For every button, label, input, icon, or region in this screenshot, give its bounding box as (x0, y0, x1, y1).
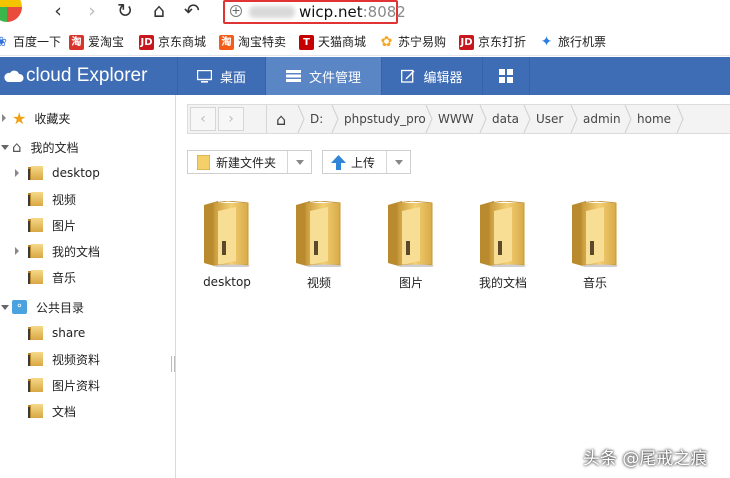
app-logo: cloud Explorer (4, 57, 147, 95)
expand-arrow-icon[interactable] (15, 169, 19, 177)
watermark: 头条 @尾戒之痕 (583, 449, 708, 469)
public-folder-icon: ⚬ (12, 300, 27, 314)
app-header: cloud Explorer 桌面 文件管理 编辑器 (0, 57, 730, 95)
bookmark-travel[interactable]: ✦ 旅行机票 (539, 34, 606, 50)
tree-public[interactable]: ⚬ 公共目录 (0, 296, 84, 318)
upload-button[interactable]: 上传 (322, 150, 411, 174)
sidebar-tree: ★ 收藏夹 ⌂ 我的文档 desktop 视频 图片 我的文档 音乐 ⚬ 公共目… (0, 95, 176, 478)
tree-item-share[interactable]: share (15, 322, 85, 344)
tree-item-videos[interactable]: 视频 (15, 188, 76, 210)
aitaobao-icon: 淘 (69, 34, 84, 50)
grid-icon (499, 69, 513, 83)
folder-icon (572, 201, 618, 267)
expand-arrow-icon[interactable] (15, 247, 19, 255)
bookmarks-bar: ❀ 百度一下 淘爱淘宝 JD 京东商城 淘淘宝特卖 T 天猫商城 ✿ 苏宁易购 JD 京东… (0, 29, 730, 56)
home-icon[interactable]: ⌂ (149, 2, 169, 22)
tree-item-documents[interactable]: 文档 (15, 400, 76, 422)
folder-icon (388, 201, 434, 267)
refresh-icon[interactable]: ↻ (115, 2, 135, 22)
tree-item-video-materials[interactable]: 视频资料 (15, 348, 100, 370)
blurred-host (249, 6, 295, 18)
bookmark-jd[interactable]: JD 京东商城 (139, 34, 206, 50)
tab-file-manager[interactable]: 文件管理 (265, 57, 381, 95)
undo-icon[interactable]: ↶ (182, 2, 202, 22)
collapse-arrow-icon[interactable] (1, 305, 9, 310)
crumb-separators (297, 105, 684, 133)
bookmark-tmall[interactable]: T 天猫商城 (299, 34, 366, 50)
tree-my-docs[interactable]: ⌂ 我的文档 (0, 136, 79, 158)
folder-icon (480, 201, 526, 267)
file-manager-icon (285, 70, 301, 82)
folder-pictures[interactable]: 图片 (366, 196, 456, 296)
url-text: wicp.net:8082 (299, 3, 406, 21)
collapse-arrow-icon[interactable] (1, 145, 9, 150)
back-icon[interactable]: ‹ (48, 2, 68, 22)
bookmark-suning[interactable]: ✿ 苏宁易购 (379, 34, 446, 50)
tree-item-picture-materials[interactable]: 图片资料 (15, 374, 100, 396)
sidebar-resize-handle[interactable] (171, 356, 175, 372)
tree-item-pictures[interactable]: 图片 (15, 214, 76, 236)
tree-item-music[interactable]: 音乐 (15, 266, 76, 288)
tmall-icon: T (299, 34, 314, 50)
house-icon: ⌂ (12, 138, 22, 156)
folder-icon (28, 352, 43, 366)
suning-icon: ✿ (380, 33, 393, 50)
folder-icon (28, 166, 43, 180)
folder-icon (296, 201, 342, 267)
folder-icon (204, 201, 250, 267)
star-icon: ★ (12, 108, 27, 128)
site-info-icon[interactable]: + (230, 5, 242, 17)
browser-logo-icon (0, 0, 22, 22)
tab-desktop[interactable]: 桌面 (177, 57, 265, 95)
folder-videos[interactable]: 视频 (274, 196, 364, 296)
monitor-icon (196, 69, 212, 83)
editor-icon (401, 69, 415, 83)
folder-icon (28, 404, 43, 418)
jd-icon: JD (459, 34, 474, 50)
folder-music[interactable]: 音乐 (550, 196, 640, 296)
tree-item-my-documents[interactable]: 我的文档 (15, 240, 100, 262)
baidu-icon: ❀ (0, 34, 7, 50)
tree-item-desktop[interactable]: desktop (15, 162, 100, 184)
bookmark-jd-discount[interactable]: JD 京东打折 (459, 34, 526, 50)
tab-editor[interactable]: 编辑器 (381, 57, 482, 95)
cloud-icon (4, 70, 24, 82)
jd-icon: JD (139, 34, 154, 50)
folder-icon (28, 326, 43, 340)
address-bar[interactable]: + wicp.net:8082 (223, 0, 406, 24)
browser-toolbar: ‹ › ↻ ⌂ ↶ + wicp.net:8082 (0, 0, 730, 27)
folder-icon (28, 218, 43, 232)
folder-desktop[interactable]: desktop (182, 196, 272, 296)
tree-favorites[interactable]: ★ 收藏夹 (0, 107, 70, 129)
tab-grid[interactable] (482, 57, 530, 95)
folder-icon (28, 244, 43, 258)
new-folder-dropdown-icon[interactable] (287, 151, 311, 173)
folder-icon (28, 192, 43, 206)
upload-arrow-icon (331, 154, 346, 170)
upload-dropdown-icon[interactable] (386, 151, 410, 173)
path-bar: ‹ › ⌂ D: phpstudy_pro WWW data User admi… (187, 104, 730, 134)
folder-icon (28, 270, 43, 284)
bookmark-aitaobao[interactable]: 淘爱淘宝 (69, 34, 124, 50)
forward-icon[interactable]: › (82, 2, 102, 22)
taobao-icon: 淘 (219, 34, 234, 50)
new-folder-icon (197, 154, 210, 170)
bookmark-taobao-sale[interactable]: 淘淘宝特卖 (219, 34, 286, 50)
travel-icon: ✦ (540, 33, 553, 50)
folder-my-documents[interactable]: 我的文档 (458, 196, 548, 296)
expand-arrow-icon[interactable] (2, 114, 6, 122)
bookmark-baidu[interactable]: ❀ 百度一下 (0, 34, 61, 50)
folder-icon (28, 378, 43, 392)
new-folder-button[interactable]: 新建文件夹 (187, 150, 312, 174)
